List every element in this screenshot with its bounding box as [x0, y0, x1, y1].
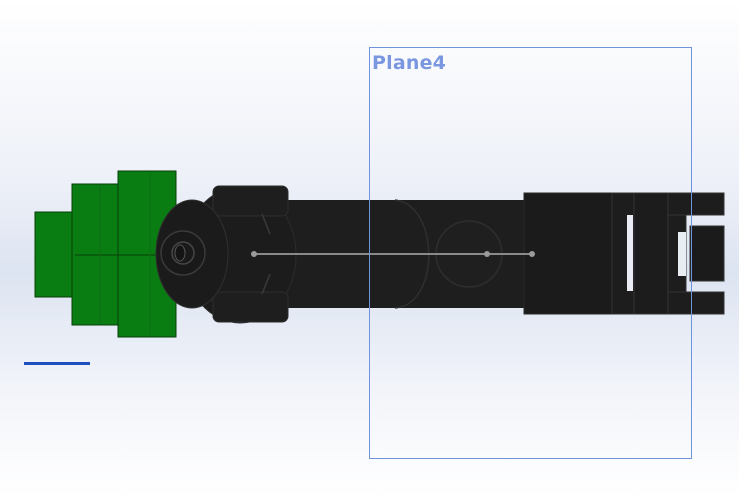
graphics-viewport[interactable]: Plane4 — [0, 0, 739, 497]
scale-bar — [24, 362, 90, 365]
sketch-point — [251, 251, 257, 257]
plane-label[interactable]: Plane4 — [372, 52, 446, 74]
green-connector-part[interactable] — [34, 170, 177, 338]
plane-outline[interactable] — [369, 47, 692, 459]
